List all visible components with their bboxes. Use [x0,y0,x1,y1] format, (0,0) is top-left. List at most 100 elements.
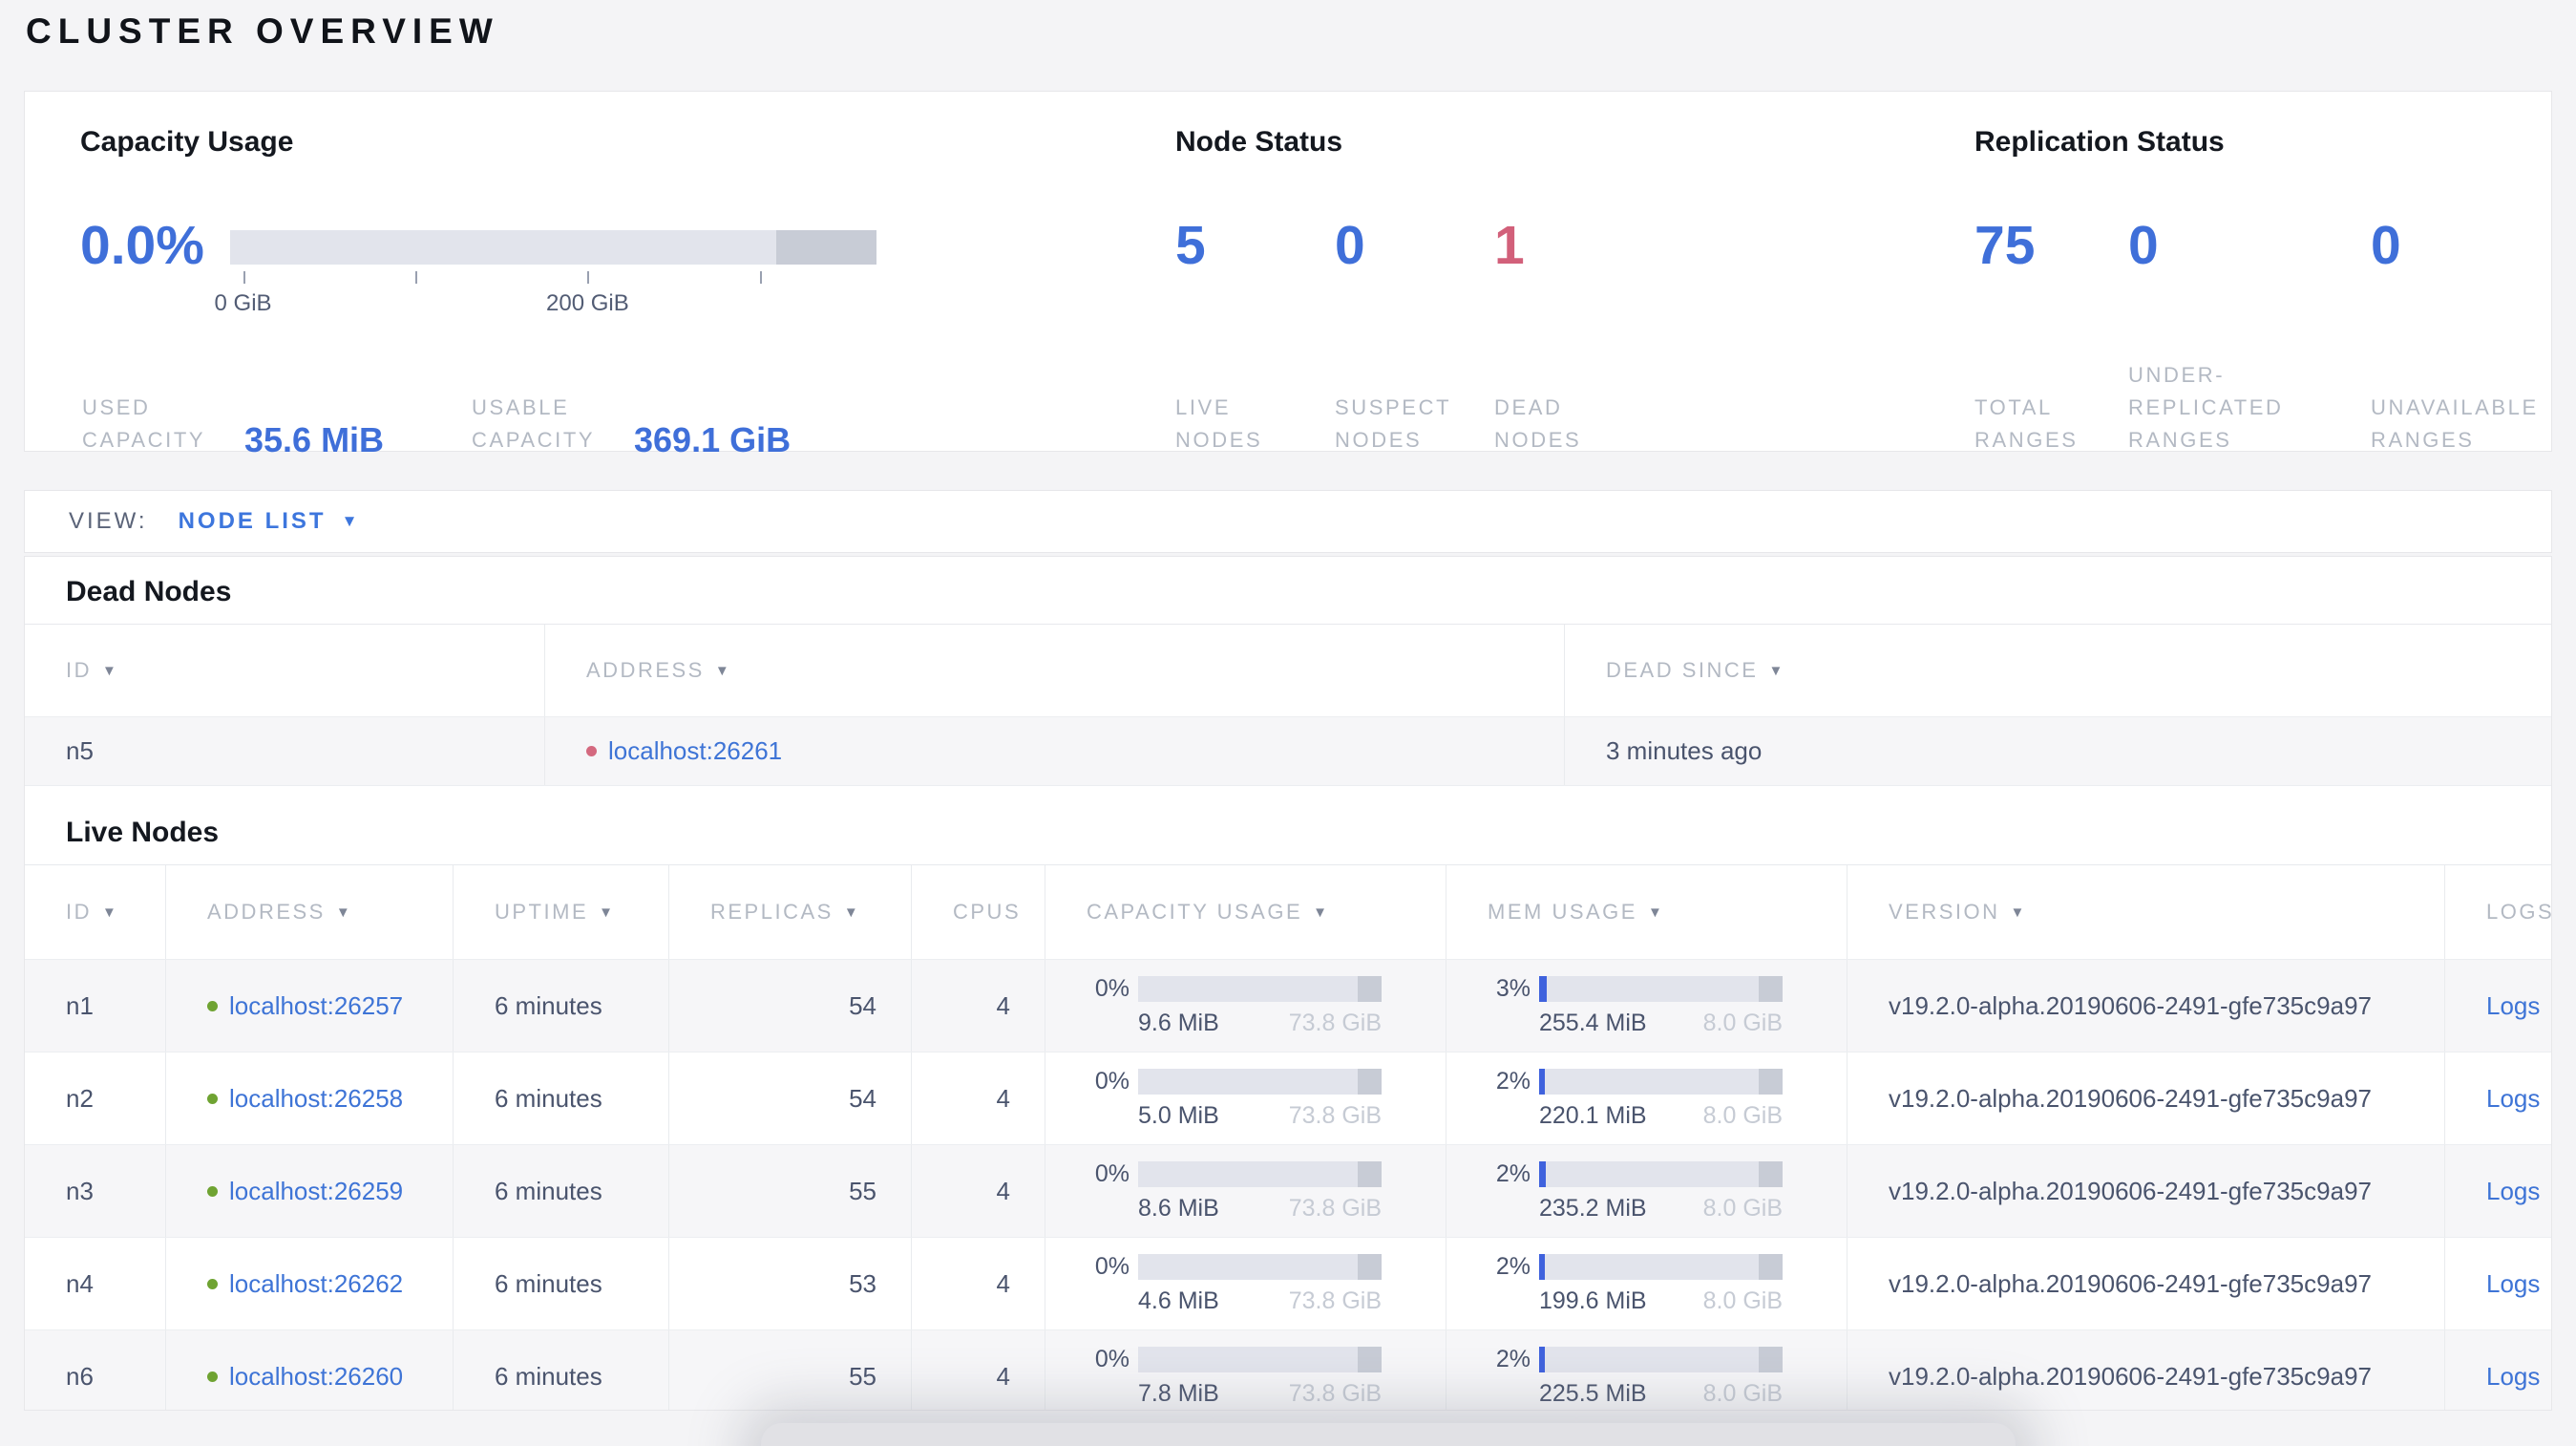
live-col-capacity-usage[interactable]: CAPACITY USAGE ▼ [1045,865,1446,959]
capacity-bar-endcap [1357,975,1382,1002]
node-address-cell: localhost:26259 [166,1145,454,1237]
capacity-percent: 0.0% [80,215,204,276]
mem-usage-cell: 2% 225.5 MiB 8.0 GiB [1446,1330,1848,1410]
capacity-percent-label: 0% [1094,1345,1130,1372]
usable-capacity-stat: USABLE CAPACITY 369.1 GiB [472,392,791,459]
sort-icon: ▼ [335,904,353,921]
logs-link[interactable]: Logs [2486,1362,2540,1392]
logs-link[interactable]: Logs [2486,1177,2540,1206]
dead-nodes-count: 1 [1494,215,1525,276]
view-mode-dropdown[interactable]: NODE LIST ▼ [179,508,358,535]
dead-col-address[interactable]: ADDRESS ▼ [545,625,1565,716]
logs-cell: Logs [2445,1145,2551,1237]
node-address-link[interactable]: localhost:26262 [229,1269,403,1299]
logs-link[interactable]: Logs [2486,1084,2540,1114]
mem-bar-endcap [1758,1160,1783,1187]
logs-link[interactable]: Logs [2486,1269,2540,1299]
node-id-cell: n5 [25,717,545,785]
mem-bar [1539,975,1783,1002]
sort-icon: ▼ [102,662,119,679]
live-col-logs[interactable]: LOGS [2445,865,2551,959]
mem-bar-endcap [1758,975,1783,1002]
uptime-cell: 6 minutes [454,960,669,1052]
capacity-used-value: 9.6 MiB [1138,1009,1219,1036]
dead-nodes-header: ID ▼ ADDRESS ▼ DEAD SINCE ▼ [25,624,2551,717]
replication-status-panel: Replication Status 75 0 0 TOTAL RANGES U… [1974,92,2547,452]
node-id-cell: n1 [25,960,166,1052]
mem-total-value: 8.0 GiB [1702,1287,1783,1314]
node-address-link[interactable]: localhost:26257 [229,991,403,1021]
version-cell: v19.2.0-alpha.20190606-2491-gfe735c9a97 [1848,1330,2445,1410]
live-col-cpus[interactable]: CPUS [912,865,1045,959]
live-nodes-title: Live Nodes [66,817,220,848]
live-status-icon [207,1371,218,1382]
logs-link[interactable]: Logs [2486,991,2540,1021]
mem-total-value: 8.0 GiB [1702,1101,1783,1129]
cluster-summary-card: Capacity Usage 0.0% 0 GiB 200 GiB USED C… [24,91,2552,459]
dead-nodes-table: n5 localhost:26261 3 minutes ago [25,717,2551,786]
live-col-version[interactable]: VERSION ▼ [1848,865,2445,959]
capacity-axis-labels: 0 GiB 200 GiB [215,290,876,319]
cpus-cell: 4 [912,1145,1045,1237]
mem-percent-label: 2% [1495,1345,1531,1372]
view-bar: VIEW: NODE LIST ▼ [24,490,2552,553]
node-address-cell: localhost:26257 [166,960,454,1052]
node-address-link[interactable]: localhost:26260 [229,1362,403,1392]
used-capacity-stat: USED CAPACITY 35.6 MiB [82,392,472,459]
uptime-cell: 6 minutes [454,1145,669,1237]
dock-bar [761,1423,2016,1446]
version-cell: v19.2.0-alpha.20190606-2491-gfe735c9a97 [1848,1145,2445,1237]
live-col-mem-usage[interactable]: MEM USAGE ▼ [1446,865,1848,959]
usable-capacity-label: USABLE CAPACITY [472,394,596,452]
live-col-id[interactable]: ID ▼ [25,865,166,959]
total-ranges-label: TOTAL RANGES [1974,394,2079,452]
dead-col-id[interactable]: ID ▼ [25,625,545,716]
node-status-title: Node Status [1175,126,1343,158]
logs-cell: Logs [2445,1330,2551,1410]
capacity-total-value: 73.8 GiB [1288,1379,1382,1407]
live-col-address[interactable]: ADDRESS ▼ [166,865,454,959]
capacity-bar [1138,1346,1382,1372]
mem-bar-endcap [1758,1068,1783,1095]
mem-used-value: 235.2 MiB [1539,1194,1647,1222]
sort-icon: ▼ [714,662,732,679]
mem-total-value: 8.0 GiB [1702,1009,1783,1036]
capacity-usage-title: Capacity Usage [80,126,294,158]
mem-total-value: 8.0 GiB [1702,1194,1783,1222]
node-address-link[interactable]: localhost:26258 [229,1084,403,1114]
replicas-cell: 55 [669,1145,912,1237]
dead-col-dead-since[interactable]: DEAD SINCE ▼ [1565,625,2551,716]
capacity-usage-cell: 0% 5.0 MiB 73.8 GiB [1045,1053,1446,1144]
node-address-cell: localhost:26260 [166,1330,454,1410]
node-id-cell: n6 [25,1330,166,1410]
unavailable-ranges-count: 0 [2371,215,2401,276]
mem-usage-cell: 2% 235.2 MiB 8.0 GiB [1446,1145,1848,1237]
capacity-axis-ticks [230,271,876,287]
table-row: n6 localhost:26260 6 minutes 55 4 0% 7.8… [25,1330,2551,1410]
mem-percent-label: 2% [1495,1159,1531,1187]
capacity-percent-label: 0% [1094,1067,1130,1095]
live-nodes-count: 5 [1175,215,1206,276]
replicas-cell: 54 [669,960,912,1052]
mem-percent-label: 2% [1495,1252,1531,1280]
mem-bar-endcap [1758,1253,1783,1280]
sort-icon: ▼ [2010,904,2027,921]
node-address-link[interactable]: localhost:26261 [608,736,782,766]
live-status-icon [207,1278,218,1289]
live-col-replicas[interactable]: REPLICAS ▼ [669,865,912,959]
capacity-used-value: 4.6 MiB [1138,1287,1219,1314]
capacity-total-value: 73.8 GiB [1288,1287,1382,1314]
suspect-nodes-label: SUSPECT NODES [1335,394,1451,452]
sort-icon: ▼ [1768,662,1785,679]
capacity-bar-endcap [1357,1160,1382,1187]
cpus-cell: 4 [912,1330,1045,1410]
capacity-bar-endcap [1357,1253,1382,1280]
cpus-cell: 4 [912,960,1045,1052]
mem-usage-cell: 2% 220.1 MiB 8.0 GiB [1446,1053,1848,1144]
dead-since-cell: 3 minutes ago [1606,736,1763,765]
node-address-link[interactable]: localhost:26259 [229,1177,403,1206]
live-status-icon [207,1093,218,1104]
mem-usage-cell: 2% 199.6 MiB 8.0 GiB [1446,1238,1848,1329]
live-col-uptime[interactable]: UPTIME ▼ [454,865,669,959]
node-tables-card: Dead Nodes ID ▼ ADDRESS ▼ DEAD SINCE ▼ n… [24,556,2552,1411]
